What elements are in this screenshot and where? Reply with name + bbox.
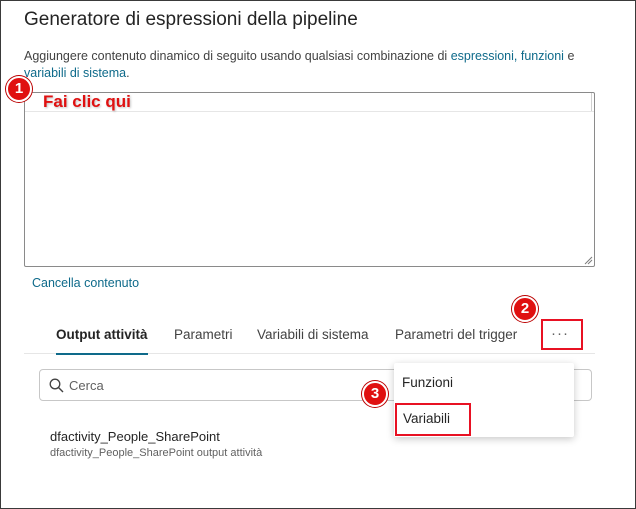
tab-activity-output[interactable]: Output attività bbox=[56, 327, 148, 355]
search-icon bbox=[49, 378, 64, 393]
click-here-callout: Fai clic qui bbox=[43, 92, 131, 111]
activity-output-item[interactable]: dfactivity_People_SharePoint bbox=[50, 429, 220, 444]
clear-content-link[interactable]: Cancella contenuto bbox=[32, 276, 139, 290]
menu-item-variables[interactable]: Variabili bbox=[395, 403, 471, 436]
step-1-badge: 1 bbox=[6, 76, 32, 102]
tab-parameters[interactable]: Parametri bbox=[174, 327, 233, 342]
dialog-title: Generatore di espressioni della pipeline bbox=[24, 9, 358, 30]
activity-output-subtitle: dfactivity_People_SharePoint output atti… bbox=[50, 447, 263, 459]
editor-scrollbar[interactable] bbox=[591, 93, 594, 111]
expressions-link[interactable]: espressioni, bbox=[451, 49, 518, 63]
description-text: Aggiungere contenuto dinamico di seguito… bbox=[24, 49, 448, 63]
description-suffix: . bbox=[126, 66, 130, 80]
more-tabs-button[interactable]: ··· bbox=[541, 319, 583, 350]
step-3-badge: 3 bbox=[362, 381, 388, 407]
search-placeholder: Cerca bbox=[69, 378, 104, 393]
dialog-description: Aggiungere contenuto dinamico di seguito… bbox=[24, 48, 614, 82]
more-icon: ··· bbox=[551, 325, 569, 342]
expression-editor[interactable] bbox=[24, 92, 595, 267]
tab-trigger-parameters[interactable]: Parametri del trigger bbox=[395, 327, 517, 342]
expression-builder-dialog: Generatore di espressioni della pipeline… bbox=[0, 0, 636, 509]
step-2-badge: 2 bbox=[512, 296, 538, 322]
tab-system-variables[interactable]: Variabili di sistema bbox=[257, 327, 369, 342]
menu-item-functions[interactable]: Funzioni bbox=[402, 375, 453, 390]
system-variables-link[interactable]: variabili di sistema bbox=[24, 66, 126, 80]
resize-handle-icon[interactable] bbox=[584, 256, 593, 265]
description-and: e bbox=[567, 49, 575, 63]
menu-item-variables-label: Variabili bbox=[403, 411, 451, 426]
tab-bar: Output attività Parametri Variabili di s… bbox=[24, 321, 595, 355]
functions-link[interactable]: funzioni bbox=[521, 49, 564, 63]
